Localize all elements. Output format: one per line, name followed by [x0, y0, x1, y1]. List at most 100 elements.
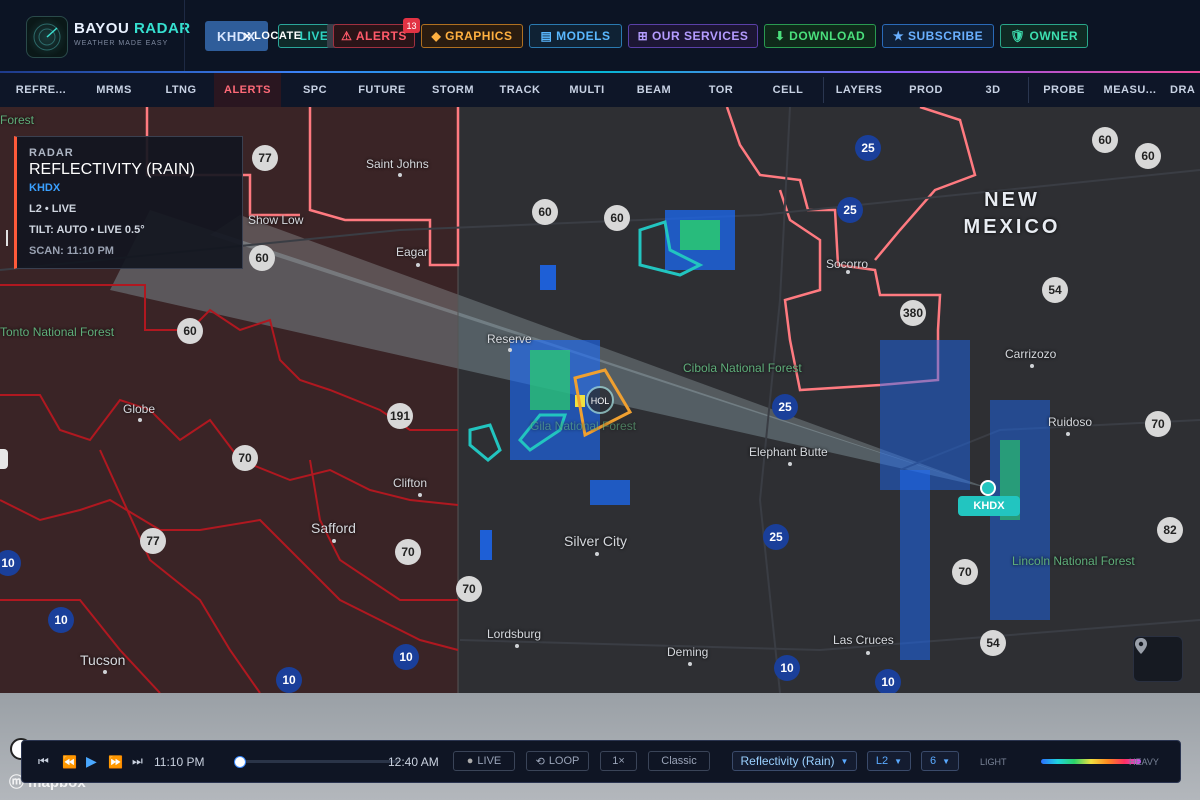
subscribe-button[interactable]: ★ SUBSCRIBE — [882, 24, 994, 48]
graphics-button[interactable]: ◆ GRAPHICS — [421, 24, 523, 48]
panel-tilt: TILT: AUTO • LIVE 0.5° — [29, 224, 145, 236]
first-frame-button[interactable]: ⏮ — [38, 741, 49, 782]
legend-light-label: LIGHT — [980, 756, 1007, 767]
chevron-down-icon: ▼ — [840, 756, 849, 766]
owner-button[interactable]: 🛡 OWNER — [1000, 24, 1088, 48]
panel-kicker: RADAR — [29, 147, 74, 159]
svg-text:60: 60 — [538, 205, 552, 219]
tool-spc[interactable]: SPC — [287, 73, 343, 107]
chevron-down-icon: ▼ — [942, 756, 951, 766]
playback-bar: ⏮ ⏪ ▶ ⏩ ⏭ 11:10 PM 12:40 AM ● LIVE ⟲ LOOP … — [21, 740, 1181, 783]
tool-refresh[interactable]: REFRE... — [8, 73, 74, 107]
svg-text:10: 10 — [881, 675, 895, 689]
svg-text:191: 191 — [390, 409, 410, 423]
svg-text:70: 70 — [462, 582, 476, 596]
live-dot-icon: ● — [466, 755, 474, 767]
city-label: Reserve — [487, 332, 532, 346]
city-label: Safford — [311, 520, 356, 536]
svg-text:60: 60 — [1141, 149, 1155, 163]
tool-draw[interactable]: DRA — [1170, 73, 1200, 107]
panel-title: REFLECTIVITY (RAIN) — [29, 161, 195, 178]
svg-text:10: 10 — [1, 556, 15, 570]
tool-track[interactable]: TRACK — [492, 73, 548, 107]
panel-resize-handle[interactable] — [6, 230, 8, 246]
city-label: Elephant Butte — [749, 445, 828, 459]
play-button[interactable]: ▶ — [86, 741, 97, 782]
svg-text:70: 70 — [958, 565, 972, 579]
forest-label: Lincoln National Forest — [1012, 554, 1135, 568]
tool-bar: REFRE... MRMS LTNG ALERTS SPC FUTURE STO… — [0, 73, 1200, 108]
city-label: Saint Johns — [366, 157, 429, 171]
svg-text:70: 70 — [401, 545, 415, 559]
city-label: Deming — [667, 645, 709, 659]
style-select[interactable]: Classic — [648, 751, 710, 771]
models-button[interactable]: ▤ MODELS — [529, 24, 622, 48]
level-select[interactable]: L2 ▼ — [867, 751, 911, 771]
svg-text:380: 380 — [903, 306, 923, 320]
last-frame-button[interactable]: ⏭ — [132, 741, 143, 782]
svg-text:54: 54 — [986, 636, 1000, 650]
brand-tagline: WEATHER MADE EASY — [74, 40, 169, 47]
tool-future[interactable]: FUTURE — [354, 73, 410, 107]
start-time: 11:10 PM — [154, 754, 205, 769]
loop-toggle[interactable]: ⟲ LOOP — [526, 751, 589, 771]
speed-select[interactable]: 1× — [600, 751, 637, 771]
storm-id-label: HOL — [591, 396, 610, 406]
live-toggle[interactable]: ● LIVE — [453, 751, 515, 771]
radar-site-label[interactable]: KHDX — [958, 496, 1020, 516]
my-location-button[interactable] — [1133, 636, 1183, 682]
svg-text:82: 82 — [1163, 523, 1177, 537]
alerts-count-badge: 13 — [403, 18, 420, 33]
header-divider — [184, 0, 185, 72]
tool-measure[interactable]: MEASU... — [1100, 73, 1160, 107]
map-side-handle[interactable] — [0, 449, 8, 469]
city-label: Globe — [123, 402, 156, 416]
city-label: Socorro — [826, 257, 869, 271]
svg-text:60: 60 — [610, 211, 624, 225]
toolbar-separator — [823, 77, 824, 103]
tool-ltng[interactable]: LTNG — [153, 73, 209, 107]
tool-beam[interactable]: BEAM — [626, 73, 682, 107]
tool-mrms[interactable]: MRMS — [86, 73, 142, 107]
svg-text:77: 77 — [258, 151, 272, 165]
svg-text:60: 60 — [255, 251, 269, 265]
city-label: Show Low — [248, 213, 304, 227]
live-toggle-label: LIVE — [477, 755, 502, 767]
download-button[interactable]: ⬇ DOWNLOAD — [764, 24, 876, 48]
svg-text:25: 25 — [861, 141, 875, 155]
svg-text:60: 60 — [183, 324, 197, 338]
our-services-button[interactable]: ⊞ OUR SERVICES — [628, 24, 758, 48]
locate-button[interactable]: ✕ LOCATE — [240, 24, 304, 48]
svg-text:10: 10 — [780, 661, 794, 675]
step-back-button[interactable]: ⏪ — [62, 741, 77, 782]
city-label: Clifton — [393, 476, 428, 490]
svg-text:10: 10 — [54, 613, 68, 627]
tool-alerts[interactable]: ALERTS — [214, 73, 281, 107]
tool-prod[interactable]: PROD — [898, 73, 954, 107]
timeline-knob[interactable] — [234, 756, 246, 768]
svg-text:54: 54 — [1048, 283, 1062, 297]
tool-multi[interactable]: MULTI — [559, 73, 615, 107]
product-select[interactable]: Reflectivity (Rain) ▼ — [732, 751, 857, 771]
step-forward-button[interactable]: ⏩ — [108, 741, 123, 782]
loop-label: LOOP — [548, 755, 580, 767]
reflectivity-legend — [1041, 759, 1141, 764]
radar-info-panel: RADAR REFLECTIVITY (RAIN) KHDX L2 • LIVE… — [14, 136, 243, 269]
tool-cell[interactable]: CELL — [760, 73, 816, 107]
svg-text:10: 10 — [282, 673, 296, 687]
close-icon[interactable]: ✕ — [242, 30, 252, 43]
tool-3d[interactable]: 3D — [965, 73, 1021, 107]
brand-name-b: RADAR — [133, 20, 191, 37]
city-label: Carrizozo — [1005, 347, 1057, 361]
radar-logo-icon[interactable] — [26, 16, 68, 58]
forest-label: Gila National Forest — [530, 419, 637, 433]
panel-site: KHDX — [29, 182, 61, 194]
timeline-slider[interactable] — [239, 760, 399, 763]
tool-storm[interactable]: STORM — [425, 73, 481, 107]
frames-select[interactable]: 6 ▼ — [921, 751, 959, 771]
tool-tor[interactable]: TOR — [693, 73, 749, 107]
frames-label: 6 — [929, 755, 937, 767]
tool-layers[interactable]: LAYERS — [831, 73, 887, 107]
tool-probe[interactable]: PROBE — [1036, 73, 1092, 107]
forest-label: Cibola National Forest — [683, 361, 802, 375]
